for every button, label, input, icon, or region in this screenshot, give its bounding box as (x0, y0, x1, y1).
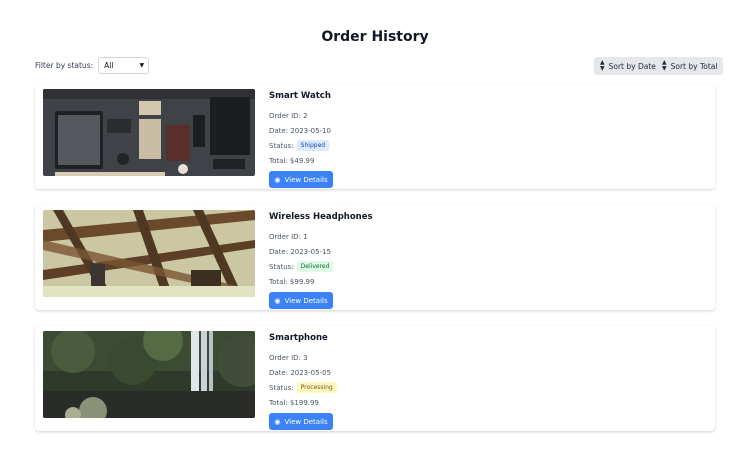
view-details-label: View Details (284, 175, 328, 184)
product-image-wireless-headphones (43, 210, 255, 297)
status-badge: Processing (296, 382, 337, 393)
status-label: Status: (269, 141, 294, 150)
order-id: Order ID: 3 (269, 353, 308, 362)
chevron-down-icon: ▼ (139, 62, 145, 69)
product-name: Smart Watch (269, 91, 331, 101)
order-status-row: Status: Shipped (269, 138, 333, 153)
product-image-smartphone (43, 331, 255, 418)
status-label: Status: (269, 262, 294, 271)
order-info: Wireless Headphones Order ID: 1 Date: 20… (269, 212, 373, 309)
eye-icon: ◉ (274, 296, 281, 305)
filter-label: Filter by status: (35, 61, 94, 70)
status-filter: Filter by status: All ▼ (35, 57, 150, 74)
order-id: Order ID: 2 (269, 111, 308, 120)
order-card: Smartphone Order ID: 3 Date: 2023-05-05 … (35, 326, 715, 431)
sort-by-total-label: Sort by Total (670, 61, 718, 71)
order-info: Smart Watch Order ID: 2 Date: 2023-05-10… (269, 91, 333, 188)
product-image-smart-watch (43, 89, 255, 176)
status-select[interactable]: All ▼ (98, 57, 150, 74)
product-name: Smartphone (269, 333, 328, 343)
status-badge: Shipped (296, 140, 330, 151)
sort-by-date-label: Sort by Date (608, 61, 656, 71)
sort-by-total-button[interactable]: ▲ ▼ Sort by Total (656, 57, 724, 75)
sort-icon: ▲ ▼ (600, 59, 605, 72)
eye-icon: ◉ (274, 175, 281, 184)
page-title: Order History (321, 29, 429, 45)
order-id: Order ID: 1 (269, 232, 308, 241)
view-details-button[interactable]: ◉ View Details (269, 413, 333, 430)
order-status-row: Status: Delivered (269, 259, 373, 274)
order-date: Date: 2023-05-05 (269, 368, 331, 377)
order-status-row: Status: Processing (269, 380, 337, 395)
view-details-button[interactable]: ◉ View Details (269, 171, 333, 188)
status-badge: Delivered (296, 261, 334, 272)
view-details-label: View Details (284, 417, 328, 426)
eye-icon: ◉ (274, 417, 281, 426)
status-label: Status: (269, 383, 294, 392)
order-card: Wireless Headphones Order ID: 1 Date: 20… (35, 205, 715, 310)
order-date: Date: 2023-05-10 (269, 126, 331, 135)
status-select-value: All (104, 61, 114, 70)
product-name: Wireless Headphones (269, 212, 373, 222)
sort-icon: ▲ ▼ (662, 59, 667, 72)
order-date: Date: 2023-05-15 (269, 247, 331, 256)
view-details-label: View Details (284, 296, 328, 305)
order-total: Total: $199.99 (269, 398, 319, 407)
order-total: Total: $49.99 (269, 156, 315, 165)
order-total: Total: $99.99 (269, 277, 315, 286)
sort-by-date-button[interactable]: ▲ ▼ Sort by Date (594, 57, 662, 75)
order-card: Smart Watch Order ID: 2 Date: 2023-05-10… (35, 84, 715, 189)
order-info: Smartphone Order ID: 3 Date: 2023-05-05 … (269, 333, 337, 430)
view-details-button[interactable]: ◉ View Details (269, 292, 333, 309)
